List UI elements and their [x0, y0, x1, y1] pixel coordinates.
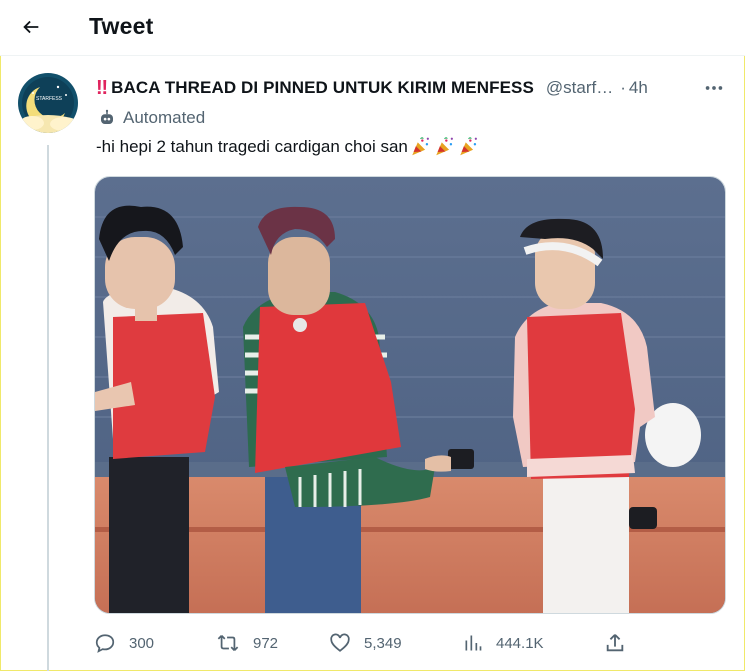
views-count: 444.1K [496, 634, 544, 652]
retweet-icon [217, 635, 239, 651]
tweet-photo[interactable] [94, 176, 726, 614]
automated-badge[interactable]: Automated [98, 106, 205, 130]
reply-icon [95, 634, 115, 653]
party-popper-icon [409, 136, 432, 158]
share-icon [606, 634, 624, 652]
more-options-button[interactable] [702, 76, 726, 100]
party-popper-icon [457, 136, 480, 158]
page-title: Tweet [89, 13, 154, 39]
views-bar-chart-icon [465, 635, 482, 651]
more-dots-icon [705, 86, 723, 90]
arrow-left-icon [23, 20, 39, 34]
reply-button[interactable]: 300 [94, 628, 154, 658]
author-row: ‼ BACA THREAD DI PINNED UNTUK KIRIM MENF… [96, 76, 726, 100]
party-popper-icon [433, 136, 456, 158]
action-bar: 300 972 5,349 444.1K [94, 628, 726, 658]
top-bar: Tweet [0, 0, 745, 56]
double-exclamation-icon: ‼ [96, 76, 108, 99]
retweet-count: 972 [253, 634, 279, 652]
tweet-text: -hi hepi 2 tahun tragedi cardigan choi s… [96, 137, 408, 156]
separator-dot: · [620, 78, 626, 97]
automated-label: Automated [123, 108, 206, 127]
author-handle[interactable]: @starf… [546, 78, 613, 98]
author-display-name[interactable]: BACA THREAD DI PINNED UNTUK KIRIM MENFES… [111, 78, 534, 98]
back-button[interactable] [12, 8, 50, 46]
robot-icon [98, 109, 116, 127]
share-button[interactable] [604, 628, 626, 658]
heart-icon [330, 633, 350, 652]
avatar-text: STARFESS [36, 96, 63, 102]
views-button[interactable]: 444.1K [463, 628, 544, 658]
avatar[interactable]: STARFESS [18, 73, 78, 133]
like-button[interactable]: 5,349 [329, 628, 402, 658]
avatar-moon-icon: STARFESS [18, 73, 78, 133]
like-count: 5,349 [364, 634, 402, 652]
tweet-body: -hi hepi 2 tahun tragedi cardigan choi s… [96, 135, 480, 159]
tweet-timestamp[interactable]: 4h [629, 78, 648, 98]
photo-three-people-image [95, 177, 725, 613]
reply-count: 300 [129, 634, 155, 652]
retweet-button[interactable]: 972 [216, 628, 278, 658]
thread-line [47, 145, 49, 671]
